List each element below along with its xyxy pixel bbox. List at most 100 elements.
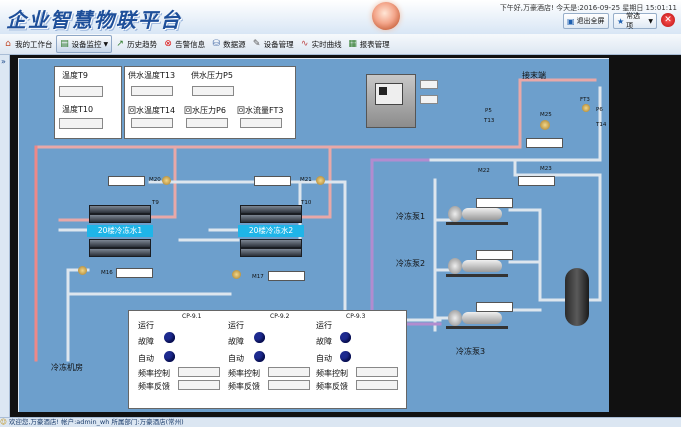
chiller-coil — [240, 239, 302, 248]
pump3-value-box — [476, 302, 513, 312]
cp1-freq-ctrl-value — [178, 367, 220, 377]
cp3-auto-indicator — [340, 351, 351, 362]
label-pump1: 冷冻泵1 — [396, 212, 426, 221]
label-chiller-room: 冷冻机房 — [51, 363, 83, 372]
chiller-coil — [240, 214, 302, 223]
tag-m20: M20 — [149, 177, 161, 183]
tag-t9: T9 — [152, 200, 159, 206]
valve-m20 — [162, 176, 171, 185]
supply-pipe — [66, 268, 90, 362]
expansion-tank — [565, 268, 589, 326]
cp1-run-indicator — [164, 332, 175, 343]
m21-value-box — [254, 176, 291, 186]
cp-name-2: CP-9.2 — [270, 313, 290, 320]
label-terminal: 接末端 — [522, 71, 546, 80]
cp3-auto-label: 自动 — [316, 354, 332, 363]
control-cabinet — [366, 74, 416, 128]
value-ft3 — [240, 118, 282, 128]
info-icon: ☺ — [0, 418, 7, 426]
pump2-value-box — [476, 250, 513, 260]
cp3-freq-fb-value — [356, 380, 398, 390]
tag-m23: M23 — [540, 166, 552, 172]
cp1-freq-fb-label: 频率反馈 — [138, 382, 170, 391]
label-t9: 温度T9 — [62, 71, 88, 80]
label-t14: 回水温度T14 — [128, 106, 176, 115]
supply-pipe — [426, 86, 602, 162]
cp3-fault-label: 故障 — [316, 337, 332, 346]
m23-value-box — [518, 176, 555, 186]
cp3-freq-ctrl-value — [356, 367, 398, 377]
pump-casing — [448, 258, 462, 274]
cp-name-3: CP-9.3 — [346, 313, 366, 320]
pump-base — [446, 222, 508, 225]
cp2-auto-indicator — [254, 351, 265, 362]
label-ft3: 回水流量FT3 — [237, 106, 284, 115]
chiller-coil — [89, 214, 151, 223]
m17-value-box — [268, 271, 305, 281]
chiller-coil — [240, 248, 302, 257]
tag-t14: T14 — [596, 122, 607, 128]
chiller-coil — [89, 239, 151, 248]
supply-pipe — [66, 278, 232, 296]
cabinet-reading-2 — [420, 95, 438, 104]
valve-m25 — [540, 120, 550, 130]
pump-motor — [462, 312, 502, 324]
pump-base — [446, 326, 508, 329]
tag-t13: T13 — [484, 118, 495, 124]
m20-value-box — [108, 176, 145, 186]
pump1-value-box — [476, 198, 513, 208]
cp1-fault-label: 故障 — [138, 337, 154, 346]
chiller-label-1: 20楼冷冻水1 — [87, 225, 153, 237]
m16-value-box — [116, 268, 153, 278]
chiller-coil — [240, 205, 302, 214]
chiller-unit-2[interactable]: 20楼冷冻水2 — [238, 205, 304, 263]
pump-motor — [462, 260, 502, 272]
cp3-freq-fb-label: 频率反馈 — [316, 382, 348, 391]
cp3-run-label: 运行 — [316, 321, 332, 330]
value-p6 — [186, 118, 228, 128]
pump-casing — [448, 310, 462, 326]
label-pump3: 冷冻泵3 — [456, 347, 486, 356]
tag-p5: P5 — [485, 108, 492, 114]
label-p5: 供水压力P5 — [191, 71, 233, 80]
cp3-run-indicator — [340, 332, 351, 343]
tag-m21: M21 — [300, 177, 312, 183]
supply-pipe — [513, 158, 602, 177]
cp2-freq-fb-label: 频率反馈 — [228, 382, 260, 391]
tag-t10: T10 — [301, 200, 312, 206]
chiller-coil — [89, 205, 151, 214]
cp-name-1: CP-9.1 — [182, 313, 202, 320]
cp2-fault-label: 故障 — [228, 337, 244, 346]
pump-base — [446, 274, 508, 277]
label-t10: 温度T10 — [62, 105, 94, 114]
tag-ft3: FT3 — [580, 97, 590, 103]
cp2-run-indicator — [254, 332, 265, 343]
cp2-freq-ctrl-value — [268, 367, 310, 377]
purple-pipe — [370, 158, 442, 326]
cp1-freq-fb-value — [178, 380, 220, 390]
chiller-coil — [89, 248, 151, 257]
valve-m16 — [78, 266, 87, 275]
value-p5 — [192, 86, 234, 96]
chiller-label-2: 20楼冷冻水2 — [238, 225, 304, 237]
cp1-run-label: 运行 — [138, 321, 154, 330]
chiller-unit-1[interactable]: 20楼冷冻水1 — [87, 205, 153, 263]
pump-casing — [448, 206, 462, 222]
value-t14 — [131, 118, 173, 128]
tag-p6: P6 — [596, 107, 603, 113]
cp2-freq-fb-value — [268, 380, 310, 390]
cp2-run-label: 运行 — [228, 321, 244, 330]
valve-m17 — [232, 270, 241, 279]
supply-pipe — [588, 173, 602, 302]
cabinet-reading-1 — [420, 80, 438, 89]
label-p6: 回水压力P6 — [184, 106, 226, 115]
cp3-freq-ctrl-label: 频率控制 — [316, 369, 348, 378]
value-t9 — [59, 86, 103, 97]
pump-motor — [462, 208, 502, 220]
label-pump2: 冷冻泵2 — [396, 259, 426, 268]
value-t13 — [131, 86, 173, 96]
valve-ft3 — [582, 104, 590, 112]
tag-m16: M16 — [101, 270, 113, 276]
tag-m17: M17 — [252, 274, 264, 280]
cp1-auto-label: 自动 — [138, 354, 154, 363]
